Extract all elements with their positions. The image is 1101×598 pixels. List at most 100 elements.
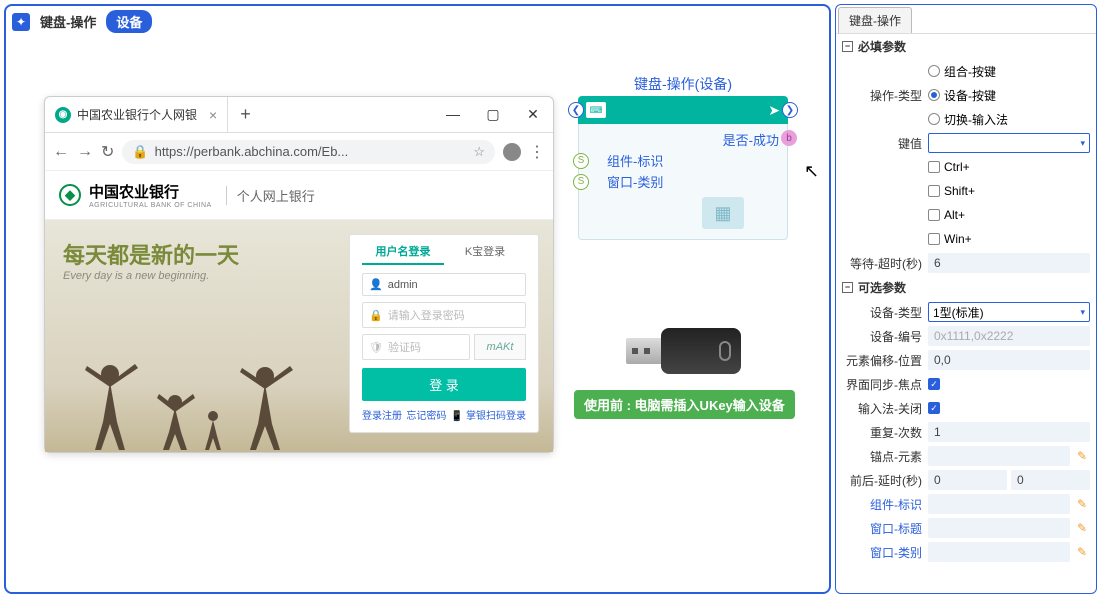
check-alt[interactable]: Alt+ (928, 208, 1090, 222)
reload-icon[interactable]: ↻ (101, 142, 114, 162)
captcha-placeholder: 验证码 (388, 339, 421, 355)
flow-node[interactable]: 键盘-操作(设备) ❮ ⌨ ➤ ❯ 是否-成功 b S 组件-标识 S 窗口-类… (578, 74, 788, 240)
minimize-button[interactable]: — (433, 106, 473, 123)
properties-tabs: 键盘-操作 (836, 5, 1096, 34)
close-button[interactable]: ✕ (513, 106, 553, 123)
address-bar: ← → ↻ 🔒 https://perbank.abchina.com/Eb..… (45, 133, 553, 171)
check-shift[interactable]: Shift+ (928, 184, 1090, 198)
login-button[interactable]: 登 录 (362, 368, 526, 401)
lock-icon: 🔒 (132, 144, 148, 160)
browser-tab-title: 中国农业银行个人网银 (77, 106, 197, 123)
label-offset: 元素偏移-位置 (842, 352, 928, 369)
avatar[interactable] (503, 143, 521, 161)
input-window-class[interactable] (928, 542, 1070, 562)
input-window-title[interactable] (928, 518, 1070, 538)
back-icon[interactable]: ← (53, 143, 69, 161)
canvas-pane: ✦ 键盘-操作 设备 ◉ 中国农业银行个人网银 × + — ▢ ✕ ← → ↻ … (4, 4, 831, 594)
input-device-no[interactable]: 0x1111,0x2222 (928, 326, 1090, 346)
select-key-value[interactable]: ▾ (928, 133, 1090, 153)
label-op-type: 操作-类型 (842, 87, 928, 104)
input-delay-after[interactable]: 0 (1011, 470, 1090, 490)
star-icon[interactable]: ☆ (473, 144, 485, 160)
tab-device[interactable]: 设备 (106, 10, 152, 33)
register-link[interactable]: 登录注册 (362, 407, 402, 422)
password-field[interactable]: 🔒 请输入登录密码 (362, 302, 526, 328)
label-component-id[interactable]: 组件-标识 (842, 496, 928, 513)
label-anchor: 锚点-元素 (842, 448, 928, 465)
close-icon[interactable]: × (209, 107, 217, 123)
input-delay-before[interactable]: 0 (928, 470, 1007, 490)
section-required[interactable]: −必填参数 (836, 34, 1096, 59)
hero-heading-cn: 每天都是新的一天 (63, 238, 239, 270)
port-in[interactable]: ❮ (568, 102, 584, 118)
chevron-down-icon: ▾ (1080, 307, 1085, 318)
forgot-password-link[interactable]: 忘记密码 (406, 407, 446, 422)
captcha-image[interactable]: mAKt (474, 334, 526, 360)
qr-login-link[interactable]: 📱 掌银扫码登录 (451, 407, 526, 422)
check-sync-focus[interactable]: ✓ (928, 378, 940, 390)
password-placeholder: 请输入登录密码 (388, 307, 465, 323)
select-device-type[interactable]: 1型(标准)▾ (928, 302, 1090, 322)
label-repeat: 重复-次数 (842, 424, 928, 441)
properties-tab-keyboard[interactable]: 键盘-操作 (838, 7, 912, 33)
label-window-class[interactable]: 窗口-类别 (842, 544, 928, 561)
input-timeout[interactable]: 6 (928, 253, 1090, 273)
input-offset[interactable]: 0,0 (928, 350, 1090, 370)
cursor-icon: ➤ (768, 102, 780, 119)
bank-subtitle: 个人网上银行 (226, 186, 315, 205)
check-ime-close[interactable]: ✓ (928, 402, 940, 414)
node-header[interactable]: ❮ ⌨ ➤ ❯ (578, 96, 788, 124)
label-delay: 前后-延时(秒) (842, 472, 928, 489)
keyboard-icon: ⌨ (586, 102, 606, 118)
string-badge: S (573, 174, 589, 190)
menu-icon[interactable]: ⋮ (529, 142, 545, 162)
section-optional[interactable]: −可选参数 (836, 275, 1096, 300)
node-row-component[interactable]: S 组件-标识 (587, 151, 779, 170)
new-tab-button[interactable]: + (228, 104, 263, 125)
properties-panel: 键盘-操作 −必填参数 组合-按键 操作-类型设备-按键 切换-输入法 键值▾ … (835, 4, 1097, 594)
edit-icon[interactable]: ✎ (1074, 496, 1090, 512)
login-card: 用户名登录 K宝登录 👤 admin 🔒 请输入登录密码 🛡 验证码 mA (349, 234, 539, 433)
url-input[interactable]: 🔒 https://perbank.abchina.com/Eb... ☆ (122, 140, 495, 164)
hero-image (65, 332, 315, 452)
browser-tab[interactable]: ◉ 中国农业银行个人网银 × (45, 97, 228, 132)
port-out[interactable]: ❯ (782, 102, 798, 118)
radio-device-key[interactable]: 设备-按键 (928, 87, 1090, 104)
check-ctrl[interactable]: Ctrl+ (928, 160, 1090, 174)
label-window-title[interactable]: 窗口-标题 (842, 520, 928, 537)
login-tab-username[interactable]: 用户名登录 (362, 243, 444, 265)
node-row-window-class[interactable]: S 窗口-类别 (587, 172, 779, 191)
lock-icon: 🔒 (369, 309, 383, 322)
edit-icon[interactable]: ✎ (1074, 520, 1090, 536)
bank-name-en: AGRICULTURAL BANK OF CHINA (89, 202, 212, 209)
chevron-down-icon: ▾ (1080, 138, 1085, 149)
forward-icon[interactable]: → (77, 143, 93, 161)
maximize-button[interactable]: ▢ (473, 106, 513, 123)
check-win[interactable]: Win+ (928, 232, 1090, 246)
login-tab-kbao[interactable]: K宝登录 (444, 243, 526, 265)
string-badge: S (573, 153, 589, 169)
browser-titlebar: ◉ 中国农业银行个人网银 × + — ▢ ✕ (45, 97, 553, 133)
shield-icon: 🛡 (369, 341, 383, 354)
browser-screenshot: ◉ 中国农业银行个人网银 × + — ▢ ✕ ← → ↻ 🔒 https://p… (44, 96, 554, 453)
input-component-id[interactable] (928, 494, 1070, 514)
label-device-type: 设备-类型 (842, 304, 928, 321)
tab-keyboard-op[interactable]: 键盘-操作 (36, 10, 100, 33)
walk-icon: ✦ (12, 13, 30, 31)
edit-icon[interactable]: ✎ (1074, 544, 1090, 560)
captcha-field[interactable]: 🛡 验证码 (362, 334, 470, 360)
input-repeat[interactable]: 1 (928, 422, 1090, 442)
favicon-icon: ◉ (55, 107, 71, 123)
radio-combo-key[interactable]: 组合-按键 (928, 63, 1090, 80)
radio-switch-ime[interactable]: 切换-输入法 (928, 111, 1090, 128)
username-field[interactable]: 👤 admin (362, 273, 526, 296)
node-success-label: 是否-成功 b (587, 130, 779, 149)
label-timeout: 等待-超时(秒) (842, 255, 928, 272)
ukey-instruction: 使用前 : 电脑需插入UKey输入设备 (574, 390, 795, 419)
label-sync-focus: 界面同步-焦点 (842, 376, 928, 393)
label-device-no: 设备-编号 (842, 328, 928, 345)
input-anchor[interactable] (928, 446, 1070, 466)
hero-heading-en: Every day is a new beginning. (63, 270, 239, 282)
edit-icon[interactable]: ✎ (1074, 448, 1090, 464)
canvas-top-tabs: ✦ 键盘-操作 设备 (6, 6, 829, 37)
